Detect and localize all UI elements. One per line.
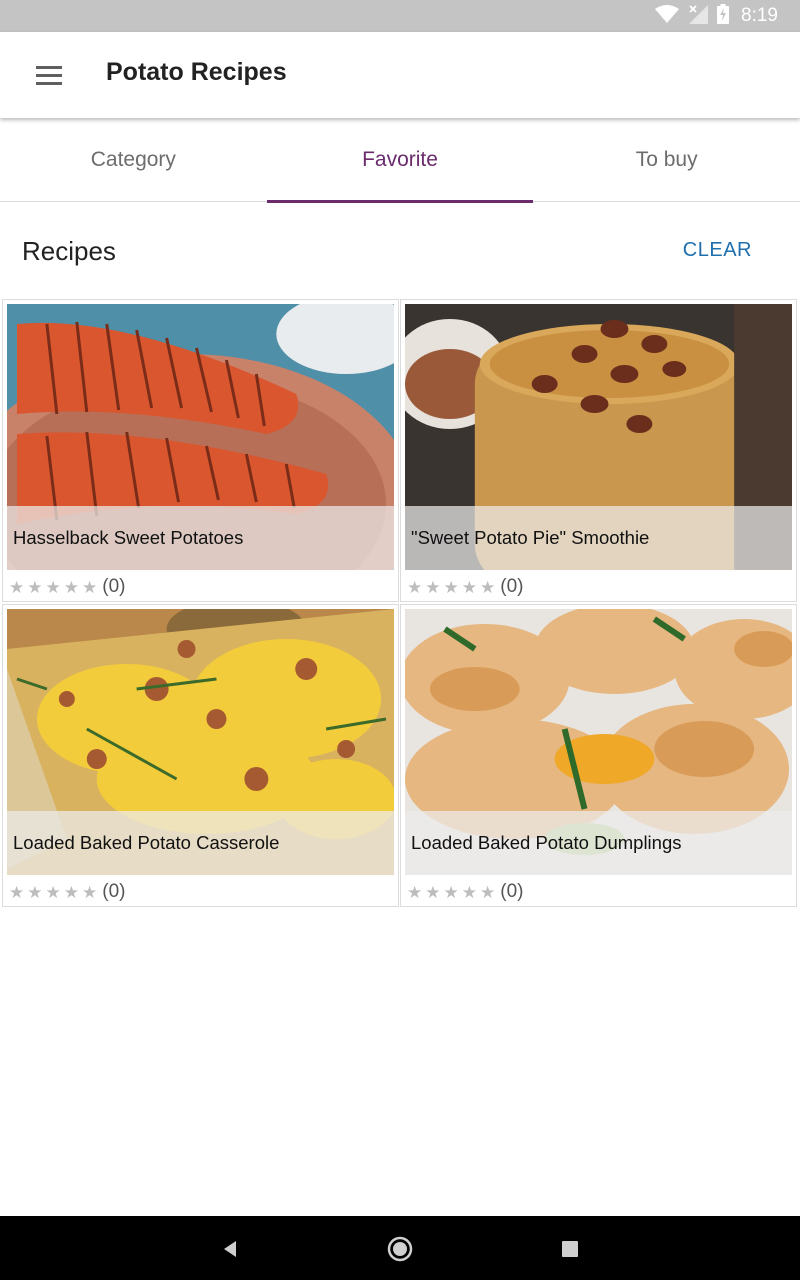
recipe-title: Loaded Baked Potato Dumplings: [405, 811, 792, 875]
back-icon[interactable]: [215, 1234, 245, 1264]
no-signal-icon: [687, 3, 709, 30]
star-icon: ★: [425, 882, 441, 902]
status-icons: 8:19: [655, 3, 778, 30]
rating-count: (0): [500, 881, 524, 902]
home-icon[interactable]: [385, 1234, 415, 1264]
rating-stars[interactable]: ★ ★ ★ ★ ★ (0): [9, 879, 125, 905]
rating-count: (0): [102, 881, 126, 902]
star-icon: ★: [461, 577, 477, 597]
recipe-card[interactable]: Hasselback Sweet Potatoes ★ ★ ★ ★ ★ (0): [2, 299, 399, 602]
recents-icon[interactable]: [555, 1234, 585, 1264]
star-icon: ★: [480, 882, 496, 902]
tab-category[interactable]: Category: [0, 118, 267, 202]
star-icon: ★: [480, 577, 496, 597]
star-icon: ★: [407, 882, 423, 902]
star-icon: ★: [461, 882, 477, 902]
navigation-bar: [0, 1216, 800, 1280]
app-title: Potato Recipes: [106, 58, 287, 86]
star-icon: ★: [63, 577, 79, 597]
recipe-card[interactable]: Loaded Baked Potato Dumplings ★ ★ ★ ★ ★ …: [400, 604, 797, 907]
star-icon: ★: [45, 577, 61, 597]
star-icon: ★: [443, 577, 459, 597]
tab-favorite[interactable]: Favorite: [266, 118, 534, 203]
rating-count: (0): [500, 576, 524, 597]
star-icon: ★: [9, 577, 25, 597]
recipe-title: Hasselback Sweet Potatoes: [7, 506, 394, 570]
status-time: 8:19: [741, 5, 778, 26]
recipe-image: Hasselback Sweet Potatoes: [7, 304, 394, 570]
battery-charging-icon: [717, 3, 730, 29]
clear-button[interactable]: CLEAR: [683, 239, 752, 262]
recipe-grid: Hasselback Sweet Potatoes ★ ★ ★ ★ ★ (0): [2, 299, 798, 909]
menu-icon[interactable]: [26, 59, 72, 91]
star-icon: ★: [82, 577, 98, 597]
recipe-image: "Sweet Potato Pie" Smoothie: [405, 304, 792, 570]
tab-to-buy[interactable]: To buy: [533, 118, 800, 202]
wifi-icon: [655, 4, 680, 29]
recipe-card[interactable]: "Sweet Potato Pie" Smoothie ★ ★ ★ ★ ★ (0…: [400, 299, 797, 602]
star-icon: ★: [45, 882, 61, 902]
star-icon: ★: [407, 577, 423, 597]
star-icon: ★: [27, 577, 43, 597]
recipe-image: Loaded Baked Potato Casserole: [7, 609, 394, 875]
star-icon: ★: [82, 882, 98, 902]
recipe-title: "Sweet Potato Pie" Smoothie: [405, 506, 792, 570]
rating-stars[interactable]: ★ ★ ★ ★ ★ (0): [407, 574, 523, 600]
star-icon: ★: [443, 882, 459, 902]
recipe-card[interactable]: Loaded Baked Potato Casserole ★ ★ ★ ★ ★ …: [2, 604, 399, 907]
rating-count: (0): [102, 576, 126, 597]
recipe-image: Loaded Baked Potato Dumplings: [405, 609, 792, 875]
app-bar: Potato Recipes: [0, 32, 800, 118]
star-icon: ★: [63, 882, 79, 902]
section-title: Recipes: [22, 236, 116, 266]
tab-bar: Category Favorite To buy: [0, 118, 800, 203]
recipe-title: Loaded Baked Potato Casserole: [7, 811, 394, 875]
rating-stars[interactable]: ★ ★ ★ ★ ★ (0): [9, 574, 125, 600]
star-icon: ★: [9, 882, 25, 902]
section-header: Recipes CLEAR: [0, 202, 800, 298]
rating-stars[interactable]: ★ ★ ★ ★ ★ (0): [407, 879, 523, 905]
star-icon: ★: [27, 882, 43, 902]
star-icon: ★: [425, 577, 441, 597]
status-bar: 8:19: [0, 0, 800, 32]
